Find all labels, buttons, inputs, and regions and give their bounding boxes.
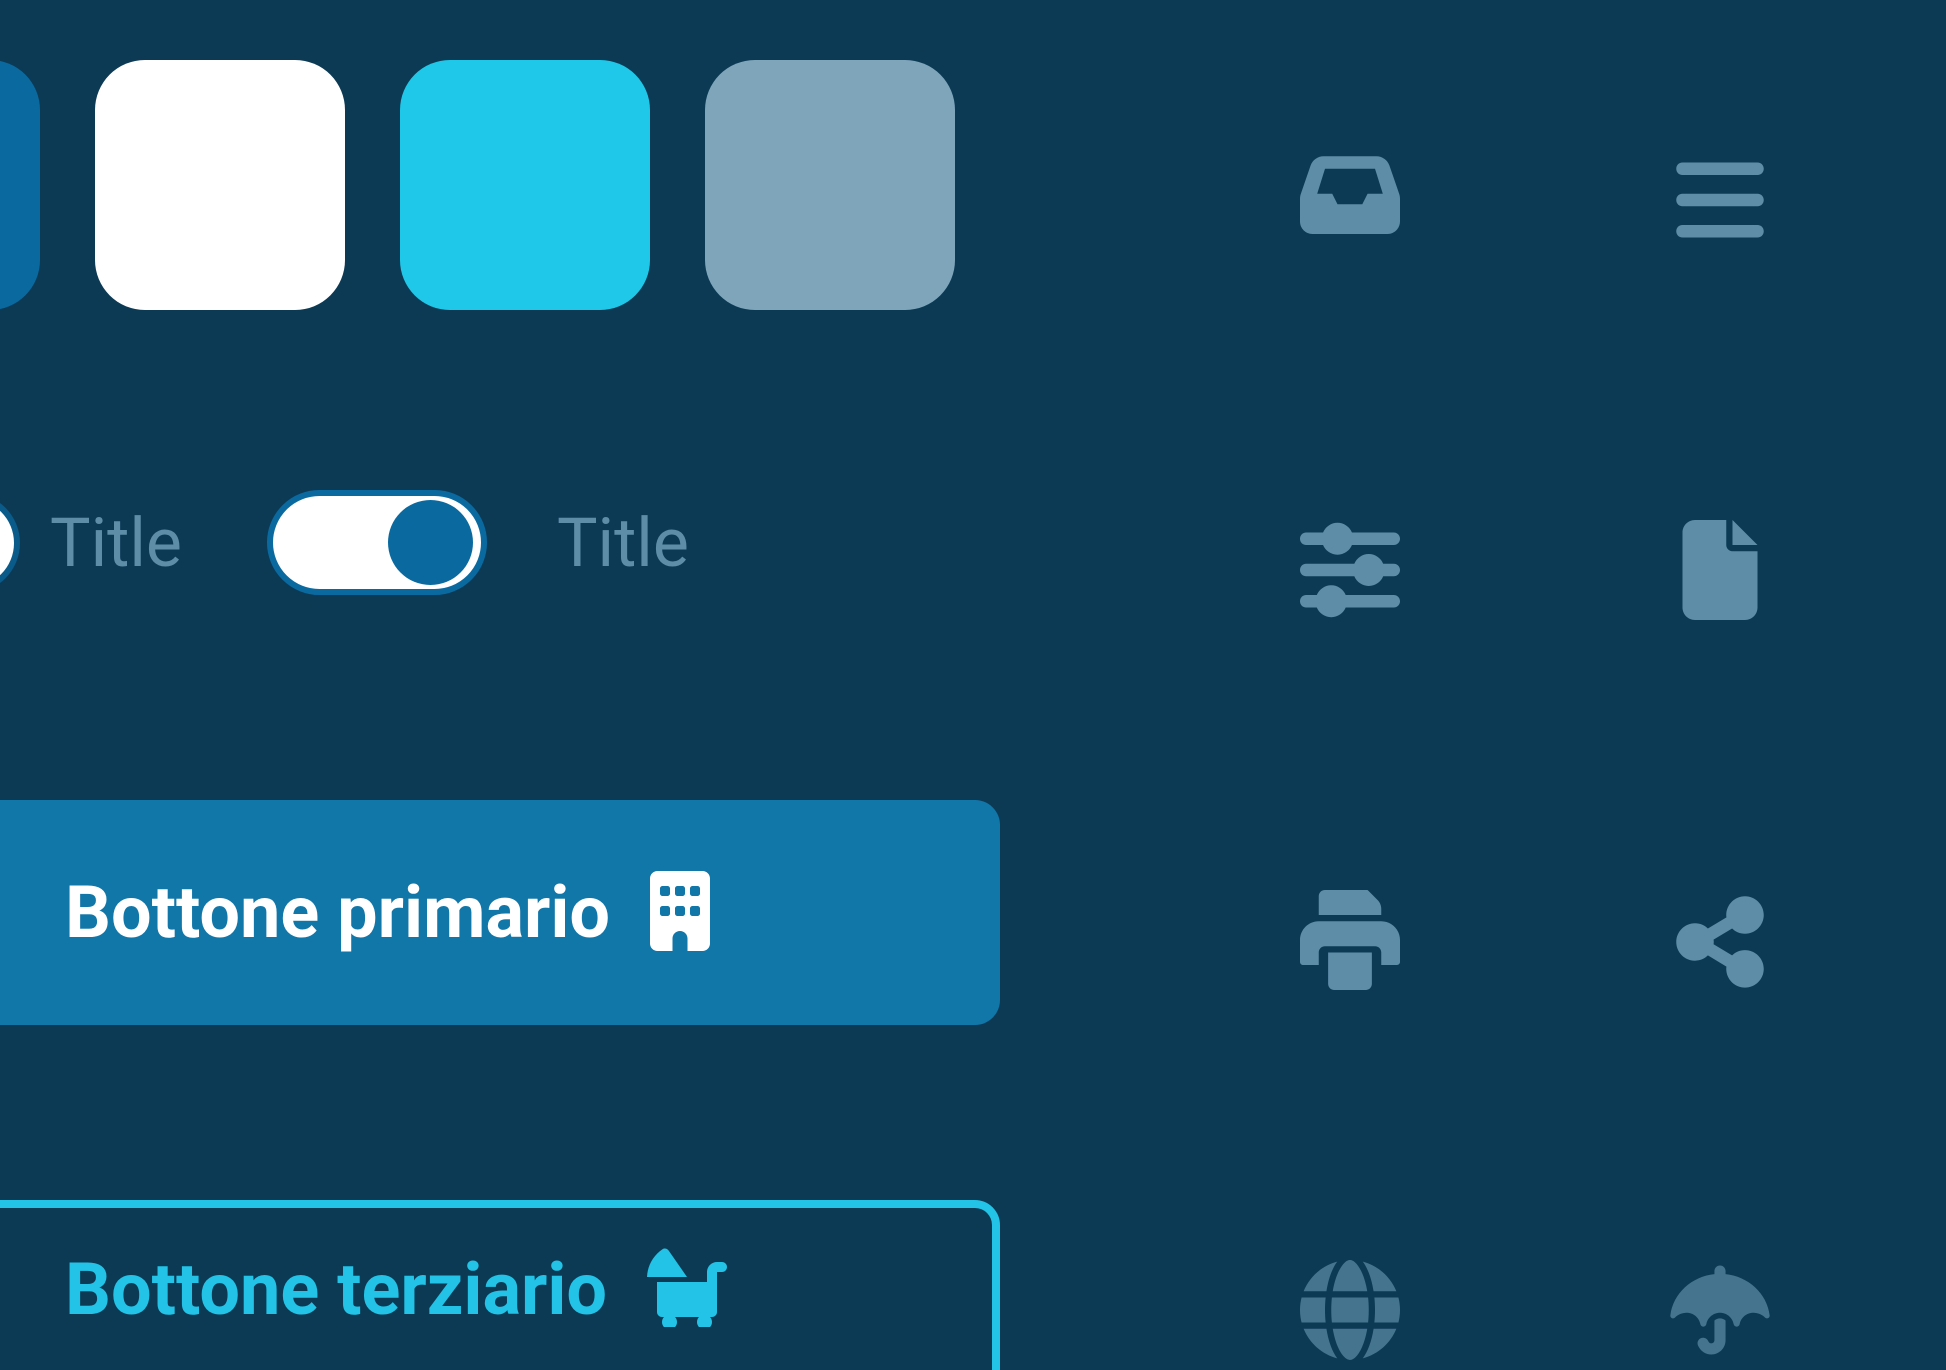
print-icon[interactable] [1290,880,1410,1000]
color-swatch-row [0,60,955,310]
primary-button-label: Bottone primario [65,870,610,955]
stroller-icon [647,1247,727,1331]
toggle-label-2: Title [557,503,689,583]
share-icon[interactable] [1660,880,1780,1000]
file-icon[interactable] [1660,510,1780,630]
color-swatch-muted[interactable] [705,60,955,310]
toggle-off-partial[interactable] [0,493,20,593]
color-swatch-cyan[interactable] [400,60,650,310]
inbox-icon[interactable] [1290,140,1410,260]
toggle-on[interactable] [267,490,487,595]
globe-icon[interactable] [1290,1250,1410,1370]
menu-icon[interactable] [1660,140,1780,260]
umbrella-icon[interactable] [1660,1250,1780,1370]
toggle-knob [388,500,473,585]
toggle-label-1: Title [50,503,182,583]
toggle-row: Title Title [0,490,689,595]
building-icon [650,871,710,955]
sliders-icon[interactable] [1290,510,1410,630]
icon-grid [1290,140,1780,1370]
tertiary-button[interactable]: Bottone terziario [0,1200,1000,1370]
tertiary-button-label: Bottone terziario [65,1247,607,1332]
color-swatch-white[interactable] [95,60,345,310]
color-swatch-blue[interactable] [0,60,40,310]
primary-button[interactable]: Bottone primario [0,800,1000,1025]
